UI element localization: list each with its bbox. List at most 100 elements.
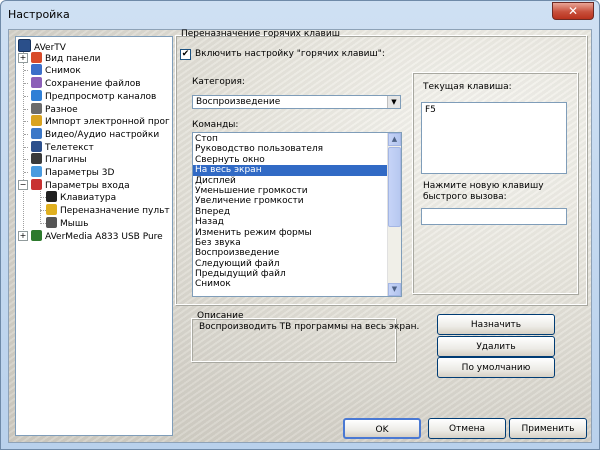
hotkeys-group-title: Переназначение горячих клавиш [181, 29, 340, 39]
tree-item-label: Видео/Аудио настройки [45, 129, 160, 140]
tree-item[interactable]: Переназначение пульт [46, 204, 170, 217]
misc-icon [31, 102, 42, 114]
teletext-icon [31, 140, 42, 152]
close-icon: ✕ [567, 4, 579, 18]
command-item[interactable]: Уменьшение громкости [193, 186, 387, 196]
check-icon: ✔ [181, 49, 190, 59]
tree-item-label: Предпросмотр каналов [45, 91, 157, 102]
command-item[interactable]: Свернуть окно [193, 155, 387, 165]
display-panel-icon [31, 51, 42, 63]
current-key-field: F5 [421, 102, 567, 174]
expand-toggle-icon[interactable]: − [18, 179, 28, 190]
tree-item[interactable]: Мышь [46, 216, 89, 230]
input-settings-icon [31, 178, 42, 190]
enable-hotkeys-label: Включить настройку "горячих клавиш": [195, 49, 385, 59]
chevron-down-icon[interactable]: ▼ [387, 96, 400, 108]
remote-icon [46, 204, 57, 216]
tree-item[interactable]: + AVerMedia A833 USB Pure [18, 229, 163, 243]
scroll-down-button[interactable]: ▼ [388, 283, 401, 296]
save-file-icon [31, 77, 42, 89]
tree-item-label: Параметры входа [45, 180, 130, 191]
tree-item[interactable]: Сохранение файлов [18, 77, 141, 90]
current-key-value: F5 [425, 105, 436, 115]
tree-item[interactable]: Разное [18, 102, 78, 116]
window-title: Настройка [8, 8, 70, 21]
command-item[interactable]: Вперед [193, 207, 387, 217]
command-item[interactable]: Увеличение громкости [193, 196, 387, 206]
command-item[interactable]: Предыдущий файл [193, 269, 387, 279]
tree-item-label: Переназначение пульт [60, 206, 170, 217]
description-title: Описание [197, 311, 244, 321]
delete-button[interactable]: Удалить [437, 336, 555, 357]
tree-item-label: Клавиатура [60, 193, 117, 204]
category-select[interactable]: Воспроизведение ▼ [192, 95, 401, 109]
tree-item[interactable]: Снимок [18, 64, 81, 77]
command-item[interactable]: Снимок [193, 279, 387, 289]
defaults-button[interactable]: По умолчанию [437, 357, 555, 378]
command-item[interactable]: Без звука [193, 238, 387, 248]
command-item[interactable]: Стоп [193, 134, 387, 144]
eye-icon [31, 89, 42, 101]
tree-item-label: Мышь [60, 218, 89, 229]
tools-icon [31, 127, 42, 139]
settings-window: Настройка ✕ AVerTV + Вид панели Снимок Сохра… [0, 0, 600, 450]
scroll-up-button[interactable]: ▲ [388, 133, 401, 146]
command-item[interactable]: Следующий файл [193, 259, 387, 269]
command-item[interactable]: Дисплей [193, 176, 387, 186]
tree-item-label: Параметры 3D [45, 168, 115, 178]
enable-hotkeys-checkbox[interactable]: ✔ [180, 49, 191, 60]
tree-item-label: Телетекст [45, 142, 94, 153]
plugin-icon [31, 153, 42, 165]
tree-item[interactable]: Плагины [18, 153, 87, 166]
description-text: Воспроизводить ТВ программы на весь экра… [199, 322, 420, 332]
commands-scrollbar[interactable]: ▲ ▼ [387, 133, 401, 296]
commands-items: Стоп Руководство пользователя Свернуть окн… [193, 134, 387, 290]
tree-item-label: Вид панели [45, 53, 101, 64]
apply-button[interactable]: Применить [509, 418, 587, 439]
command-item[interactable]: На весь экран [193, 165, 387, 176]
category-value: Воспроизведение [196, 97, 281, 107]
tree-item[interactable]: Импорт электронной прог [18, 115, 170, 128]
current-key-label: Текущая клавиша: [423, 82, 512, 92]
title-bar[interactable]: Настройка ✕ [1, 1, 599, 29]
expand-toggle-icon[interactable]: + [18, 52, 28, 63]
expand-toggle-icon[interactable]: + [18, 230, 28, 241]
command-item[interactable]: Воспроизведение [193, 248, 387, 258]
category-label: Категория: [192, 77, 245, 87]
camera-icon [31, 64, 42, 76]
cancel-button[interactable]: Отмена [428, 418, 506, 439]
tree-item-label: Разное [45, 104, 78, 115]
tree-item-label: AVerMedia A833 USB Pure [45, 231, 163, 242]
tree-item-label: Снимок [45, 66, 81, 77]
command-item[interactable]: Руководство пользователя [193, 144, 387, 154]
scroll-thumb[interactable] [388, 147, 401, 227]
tree-item-label: Импорт электронной прог [45, 117, 170, 128]
tree-item[interactable]: Видео/Аудио настройки [18, 127, 160, 141]
new-key-input[interactable] [421, 208, 567, 225]
command-item[interactable]: Назад [193, 217, 387, 227]
import-icon [31, 115, 42, 127]
tree-item-label: Плагины [45, 155, 87, 166]
commands-list[interactable]: Стоп Руководство пользователя Свернуть окн… [192, 132, 402, 297]
tree-item[interactable]: Предпросмотр каналов [18, 89, 157, 103]
tree-item[interactable]: + Вид панели [18, 51, 101, 65]
tree-item-label: Сохранение файлов [45, 79, 141, 90]
new-key-label: Нажмите новую клавишу быстрого вызова: [423, 181, 544, 202]
close-button[interactable]: ✕ [552, 2, 594, 20]
avertv-logo-icon [18, 39, 31, 52]
client-area: AVerTV + Вид панели Снимок Сохранение файлов… [8, 29, 592, 443]
tuner-device-icon [31, 229, 42, 241]
mouse-icon [46, 216, 57, 228]
tree-item[interactable]: Параметры 3D [18, 166, 114, 179]
tree-root[interactable]: AVerTV [18, 39, 66, 53]
tree-item[interactable]: Телетекст [18, 140, 94, 154]
ok-button[interactable]: OK [343, 418, 421, 439]
tree-item[interactable]: − Параметры входа [18, 178, 130, 192]
3d-settings-icon [31, 166, 42, 177]
keyboard-icon [46, 191, 57, 203]
assign-button[interactable]: Назначить [437, 314, 555, 335]
settings-tree[interactable]: AVerTV + Вид панели Снимок Сохранение файлов… [15, 36, 173, 436]
commands-label: Команды: [192, 120, 239, 130]
tree-item[interactable]: Клавиатура [46, 191, 116, 204]
command-item[interactable]: Изменить режим формы [193, 228, 387, 238]
